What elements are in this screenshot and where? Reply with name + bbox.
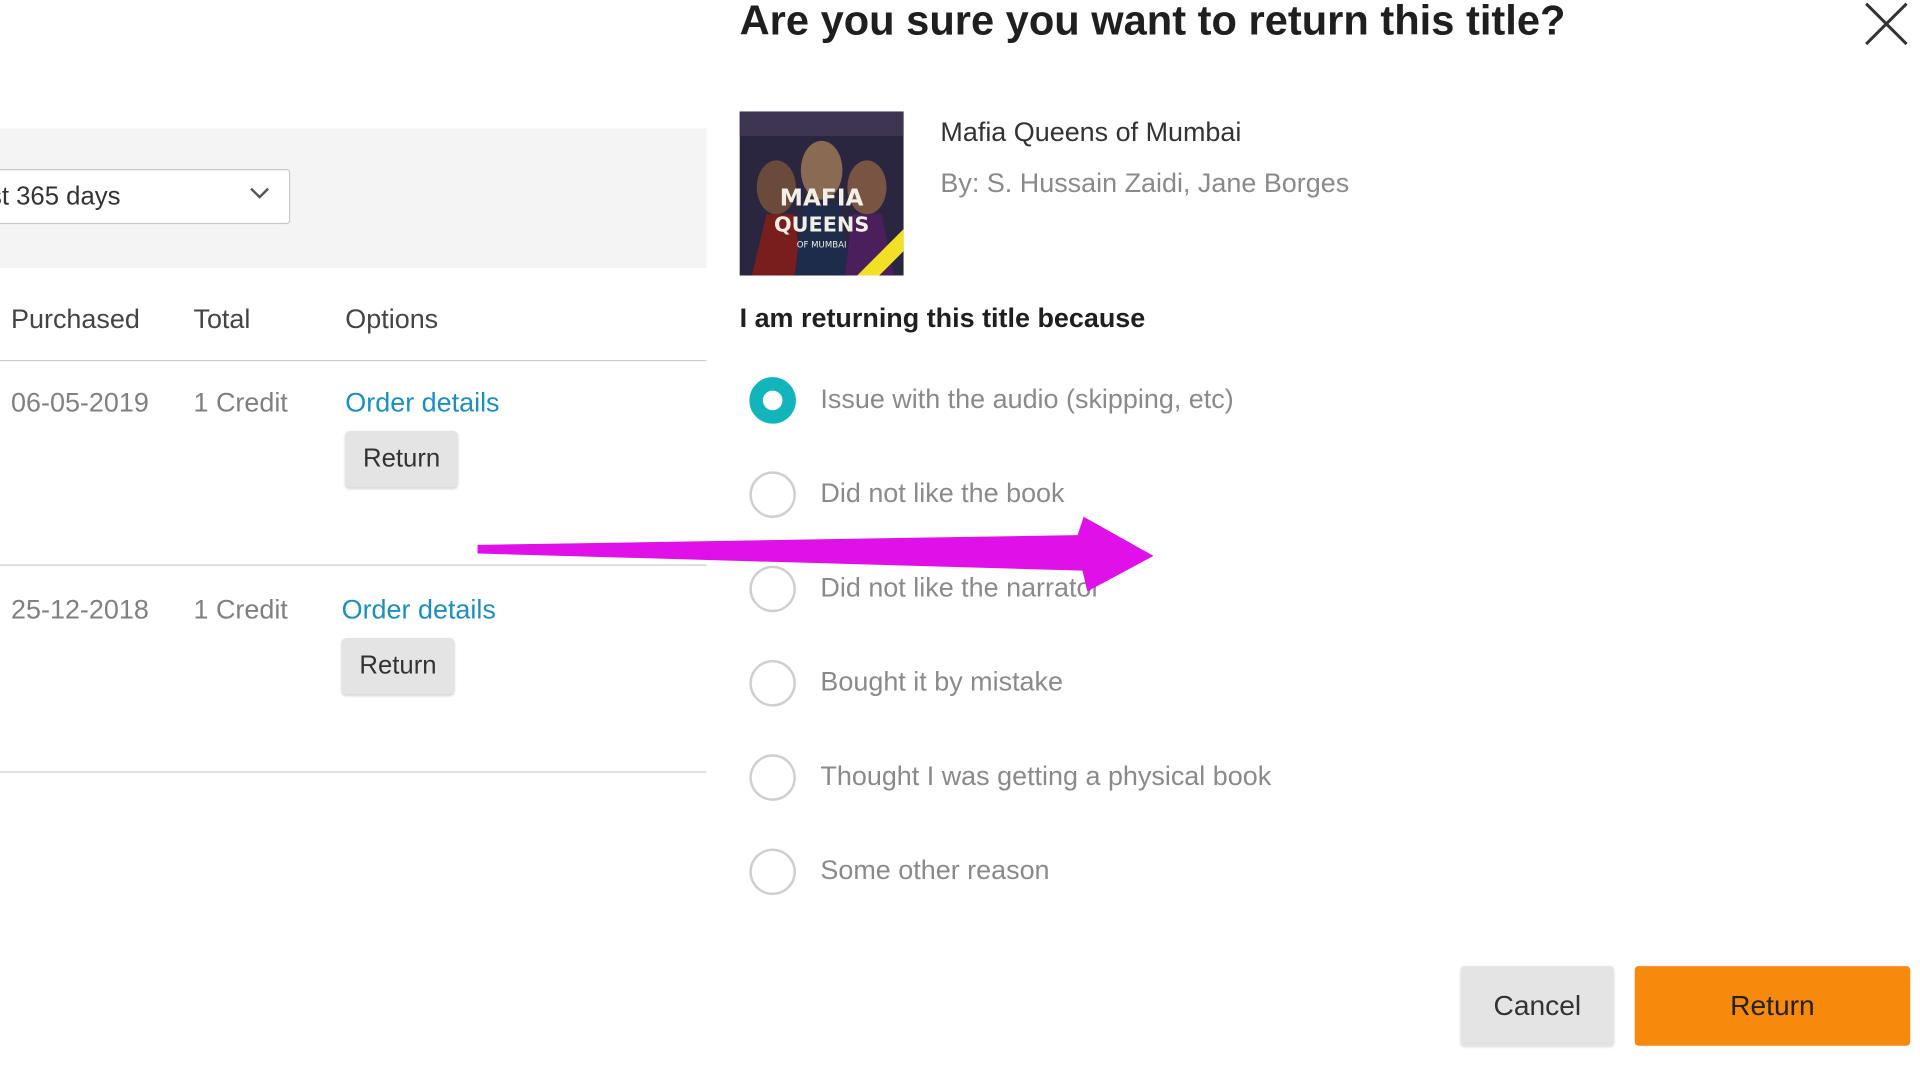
date-range-value: st 365 days [0,182,121,211]
radio-button[interactable] [749,565,796,613]
svg-text:MAFIA: MAFIA [780,185,864,212]
column-header-total: Total [193,303,251,335]
return-button[interactable]: Return [345,431,458,488]
screen: st 365 days Purchased Total Options 06-0… [0,0,1920,1076]
svg-text:QUEENS: QUEENS [774,212,869,236]
option-label: Thought I was getting a physical book [820,760,1272,792]
confirm-return-button[interactable]: Return [1634,966,1911,1046]
dialog-title: Are you sure you want to return this tit… [739,0,1566,45]
radio-button-selected[interactable] [749,377,796,424]
book-author: By: S. Hussain Zaidi, Jane Borges [940,167,1350,199]
purchase-total: 1 Credit [193,386,288,418]
purchase-date: 06-05-2019 [11,386,149,418]
purchase-total: 1 Credit [193,593,288,625]
book-cover-image: MAFIA QUEENS OF MUMBAI [739,111,904,276]
purchase-date: 25-12-2018 [11,593,149,625]
option-label: Did not like the narrator [820,571,1101,603]
order-details-link[interactable]: Order details [345,387,499,419]
option-label: Some other reason [820,854,1050,886]
order-details-link[interactable]: Order details [342,594,496,626]
column-header-purchased: Purchased [11,303,140,335]
option-label: Issue with the audio (skipping, etc) [820,383,1234,414]
option-label: Bought it by mistake [820,666,1063,697]
date-range-dropdown[interactable]: st 365 days [0,168,291,225]
divider [0,360,707,362]
radio-button[interactable] [749,848,796,896]
book-title: Mafia Queens of Mumbai [940,116,1242,147]
divider [0,564,707,566]
cancel-button[interactable]: Cancel [1460,966,1614,1046]
column-header-options: Options [345,303,439,335]
radio-button[interactable] [749,660,796,707]
option-label: Did not like the book [820,477,1065,509]
radio-button[interactable] [749,471,796,518]
divider [0,771,707,773]
radio-button[interactable] [749,754,796,801]
return-button[interactable]: Return [341,637,455,695]
chevron-down-icon[interactable] [250,187,270,199]
close-icon[interactable] [1862,0,1911,49]
reason-heading: I am returning this title because [739,302,1146,334]
svg-text:OF MUMBAI: OF MUMBAI [797,240,847,250]
